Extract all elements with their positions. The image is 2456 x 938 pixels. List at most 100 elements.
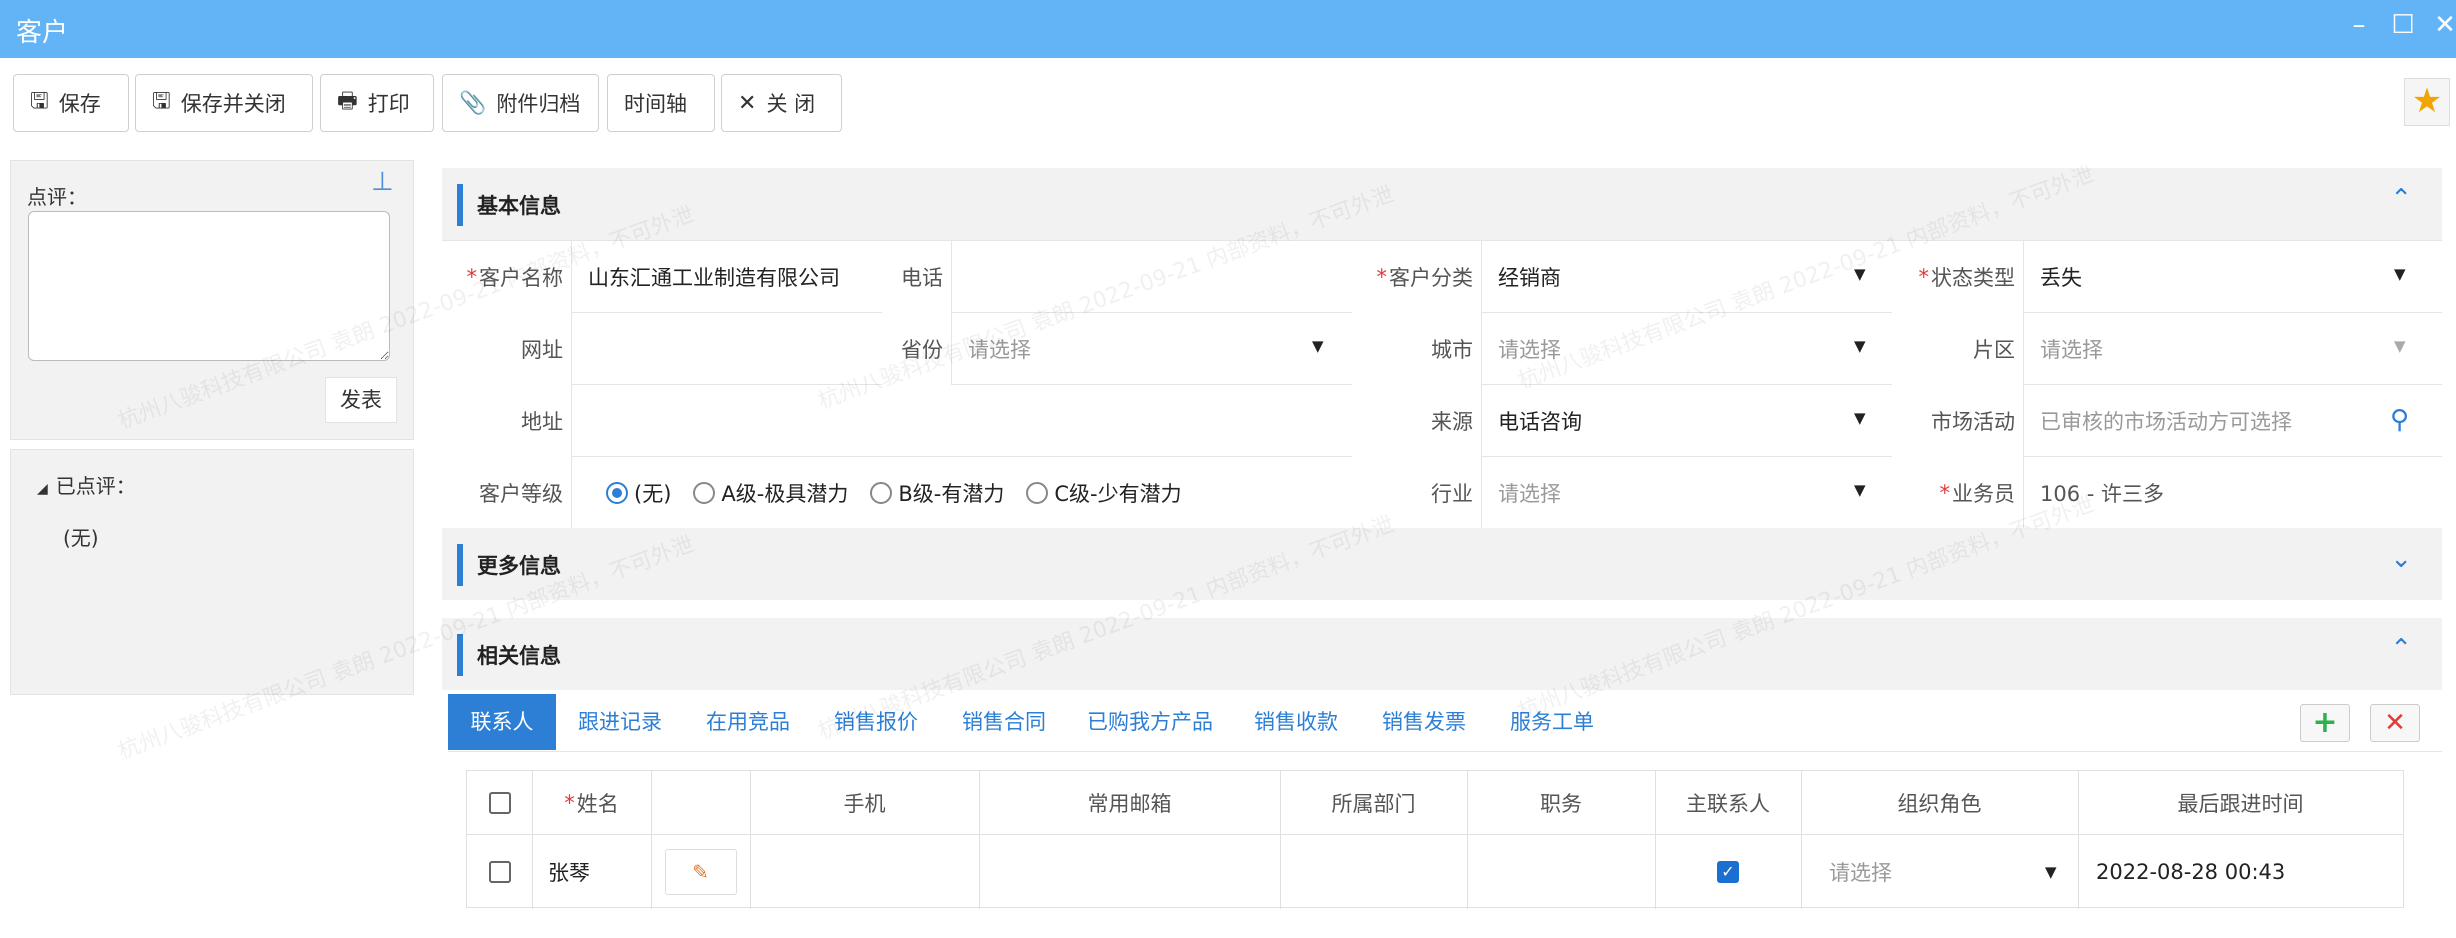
paperclip-icon: 📎 <box>459 90 487 116</box>
pin-icon[interactable]: ⊥ <box>371 167 394 197</box>
level-radio-a[interactable]: A级-极具潜力 <box>693 478 848 508</box>
edit-pencil-icon[interactable]: ✎ <box>664 849 737 895</box>
post-review-button[interactable]: 发表 <box>325 377 397 423</box>
tab-contacts[interactable]: 联系人 <box>448 694 556 750</box>
select-all-checkbox[interactable] <box>467 771 532 835</box>
related-info-header[interactable]: 相关信息 ⌃ <box>442 618 2442 690</box>
tab-receipts[interactable]: 销售收款 <box>1242 694 1350 750</box>
more-info-header[interactable]: 更多信息 ⌄ <box>442 528 2442 600</box>
edit-cell: ✎ <box>651 835 750 909</box>
col-primary: 主联系人 <box>1655 771 1801 835</box>
tab-contracts[interactable]: 销售合同 <box>950 694 1058 750</box>
tab-service-orders[interactable]: 服务工单 <box>1498 694 1606 750</box>
col-department: 所属部门 <box>1280 771 1467 835</box>
review-panel: 点评： ⊥ 发表 <box>10 160 414 440</box>
search-icon[interactable]: ⚲ <box>2390 405 2409 435</box>
source-select[interactable]: 电话咨询 <box>1482 385 1892 457</box>
status-label: * 状态类型 <box>1892 241 2024 313</box>
category-label: * 客户分类 <box>1352 241 1482 313</box>
contact-position[interactable] <box>1467 835 1655 909</box>
section-marker <box>457 544 463 586</box>
region-select[interactable]: 请选择 <box>2024 313 2442 385</box>
save-close-button[interactable]: 🖫 保存并关闭 <box>135 74 313 132</box>
level-radio-b[interactable]: B级-有潜力 <box>870 478 1004 508</box>
dropdown-arrow-icon[interactable]: ▼ <box>1854 409 1866 427</box>
salesperson-field[interactable]: 106 - 许三多 <box>2024 457 2442 529</box>
col-email: 常用邮箱 <box>979 771 1280 835</box>
printer-icon: 🖶 <box>337 89 358 114</box>
province-label: 省份 <box>882 313 952 385</box>
dropdown-arrow-icon[interactable]: ▼ <box>1854 481 1866 499</box>
dropdown-arrow-icon[interactable]: ▼ <box>1312 337 1324 355</box>
col-mobile: 手机 <box>750 771 979 835</box>
dropdown-arrow-icon[interactable]: ▼ <box>2045 863 2057 881</box>
floppy-disk-icon: 🖫 <box>30 89 49 114</box>
tab-quotes[interactable]: 销售报价 <box>822 694 930 750</box>
tab-invoices[interactable]: 销售发票 <box>1370 694 1478 750</box>
reviewed-header[interactable]: ◢ 已点评： <box>37 470 136 499</box>
status-select[interactable]: 丢失 <box>2024 241 2442 313</box>
delete-row-button[interactable]: ✕ <box>2370 704 2420 742</box>
close-icon[interactable]: ✕ <box>2428 10 2456 40</box>
contact-department[interactable] <box>1280 835 1467 909</box>
customer-name-input[interactable]: 山东汇通工业制造有限公司 <box>572 241 882 313</box>
form-row: 网址 省份 请选择 ▼ 城市 请选择 ▼ 片区 请选择 ▼ <box>442 313 2442 385</box>
industry-select[interactable]: 请选择 <box>1482 457 1892 529</box>
chevron-down-icon[interactable]: ⌄ <box>2390 544 2412 574</box>
close-icon: ✕ <box>738 90 757 116</box>
basic-info-title: 基本信息 <box>477 194 561 218</box>
tab-purchased-products[interactable]: 已购我方产品 <box>1078 694 1222 750</box>
review-textarea[interactable] <box>28 211 390 361</box>
related-tabs: 联系人 跟进记录 在用竞品 销售报价 销售合同 已购我方产品 销售收款 销售发票… <box>448 694 2442 752</box>
reviewed-empty-text: (无) <box>63 526 99 550</box>
dropdown-arrow-icon[interactable]: ▼ <box>2394 265 2406 283</box>
dropdown-arrow-icon[interactable]: ▼ <box>1854 337 1866 355</box>
primary-contact-checkbox[interactable]: ✓ <box>1655 835 1801 909</box>
website-label: 网址 <box>442 313 572 385</box>
form-row: 客户等级 (无) A级-极具潜力 B级-有潜力 C级-少有潜力 行业 请选择 ▼… <box>442 457 2442 529</box>
role-select[interactable]: 请选择 <box>1801 835 2078 909</box>
minimize-icon[interactable]: – <box>2342 10 2376 40</box>
province-select[interactable]: 请选择 <box>952 313 1352 385</box>
add-row-button[interactable]: + <box>2300 704 2350 742</box>
basic-info-header[interactable]: 基本信息 ⌃ <box>442 168 2442 240</box>
city-label: 城市 <box>1352 313 1482 385</box>
collapse-triangle-icon: ◢ <box>37 481 48 497</box>
section-marker <box>457 634 463 676</box>
tab-competitors[interactable]: 在用竞品 <box>694 694 802 750</box>
row-checkbox[interactable] <box>467 835 532 909</box>
main-form: 基本信息 ⌃ * 客户名称 山东汇通工业制造有限公司 电话 * 客户分类 经销商 ▼… <box>442 168 2442 938</box>
attachment-archive-button[interactable]: 📎 附件归档 <box>442 74 599 132</box>
phone-input[interactable] <box>952 241 1352 313</box>
window-title: 客户 <box>16 18 69 48</box>
close-button[interactable]: ✕ 关 闭 <box>721 74 842 132</box>
print-button[interactable]: 🖶 打印 <box>320 74 434 132</box>
dropdown-arrow-icon[interactable]: ▼ <box>2394 337 2406 355</box>
contact-name[interactable]: 张琴 <box>532 835 651 909</box>
section-marker <box>457 184 463 226</box>
maximize-icon[interactable]: ☐ <box>2386 10 2420 40</box>
customer-name-label: * 客户名称 <box>442 241 572 313</box>
form-row: * 客户名称 山东汇通工业制造有限公司 电话 * 客户分类 经销商 ▼ * 状态类型 … <box>442 241 2442 313</box>
website-input[interactable] <box>572 313 882 385</box>
address-input[interactable] <box>572 385 1352 457</box>
contacts-table: * 姓名 手机 常用邮箱 所属部门 职务 主联系人 组织角色 最后跟进时间 张琴 … <box>466 770 2404 909</box>
save-button[interactable]: 🖫 保存 <box>13 74 129 132</box>
floppy-disk-icon: 🖫 <box>152 89 171 114</box>
level-radio-none[interactable]: (无) <box>606 478 671 508</box>
campaign-input[interactable]: 已审核的市场活动方可选择 <box>2024 385 2442 457</box>
contact-mobile[interactable] <box>750 835 979 909</box>
contact-email[interactable] <box>979 835 1280 909</box>
chevron-up-icon[interactable]: ⌃ <box>2390 184 2412 214</box>
category-select[interactable]: 经销商 <box>1482 241 1892 313</box>
tab-follow-up[interactable]: 跟进记录 <box>566 694 674 750</box>
timeline-button[interactable]: 时间轴 <box>607 74 715 132</box>
city-select[interactable]: 请选择 <box>1482 313 1892 385</box>
chevron-up-icon[interactable]: ⌃ <box>2390 634 2412 664</box>
salesperson-label: * 业务员 <box>1892 457 2024 529</box>
dropdown-arrow-icon[interactable]: ▼ <box>1854 265 1866 283</box>
level-label: 客户等级 <box>442 457 572 529</box>
favorite-star-icon[interactable]: ★ <box>2404 78 2450 126</box>
level-radio-c[interactable]: C级-少有潜力 <box>1026 478 1182 508</box>
campaign-label: 市场活动 <box>1892 385 2024 457</box>
